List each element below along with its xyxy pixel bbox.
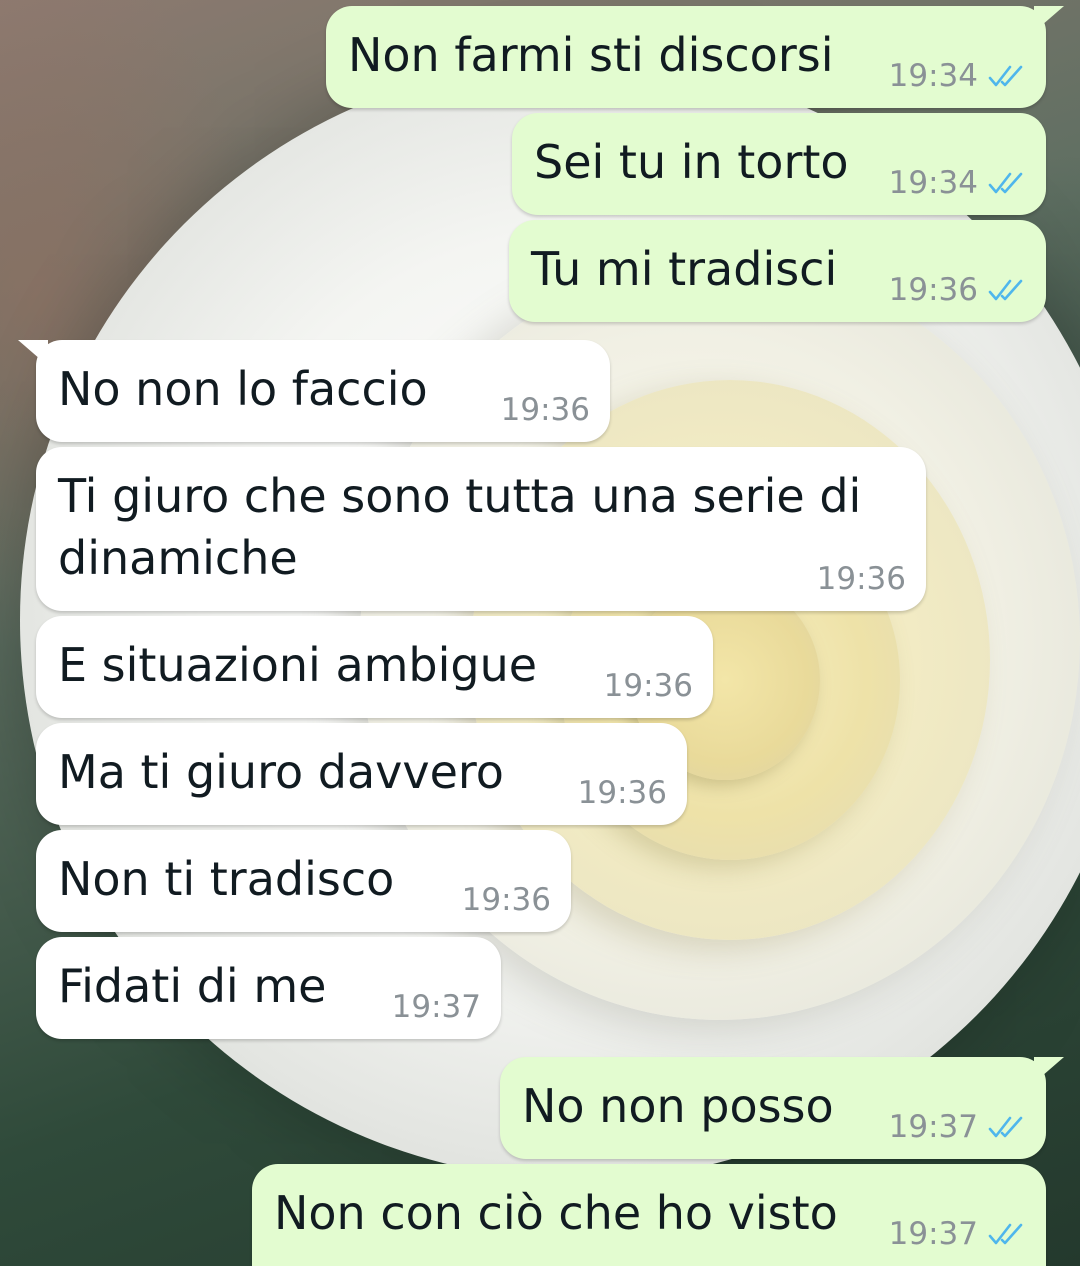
incoming-message[interactable]: E situazioni ambigue 19:36 xyxy=(36,616,713,718)
message-time: 19:36 xyxy=(577,775,667,811)
message-text: Non con ciò che ho visto xyxy=(274,1186,838,1240)
incoming-message[interactable]: Ti giuro che sono tutta una serie di din… xyxy=(36,447,926,611)
message-meta: 19:37 xyxy=(889,1216,1026,1252)
message-meta: 19:36 xyxy=(462,882,551,918)
message-time: 19:37 xyxy=(391,989,481,1025)
message-text: E situazioni ambigue xyxy=(58,638,538,692)
message-time: 19:37 xyxy=(888,1216,978,1252)
message-text: Sei tu in torto xyxy=(534,135,849,189)
message-text: No non posso xyxy=(522,1079,834,1133)
message-time: 19:36 xyxy=(816,561,906,597)
incoming-message[interactable]: Non ti tradisco 19:36 xyxy=(36,830,571,932)
incoming-message[interactable]: No non lo faccio 19:36 xyxy=(18,340,610,442)
message-meta: 19:37 xyxy=(889,1109,1026,1145)
double-check-icon xyxy=(988,1116,1023,1138)
double-check-icon xyxy=(988,1223,1023,1245)
message-time: 19:36 xyxy=(500,392,590,428)
message-meta: 19:36 xyxy=(578,775,667,811)
bubble-tail xyxy=(18,340,48,366)
message-text: Tu mi tradisci xyxy=(531,242,838,296)
message-meta: 19:36 xyxy=(501,392,590,428)
message-time: 19:36 xyxy=(603,668,693,704)
message-time: 19:37 xyxy=(888,1109,978,1145)
message-meta: 19:37 xyxy=(392,989,481,1025)
message-time: 19:34 xyxy=(888,165,978,201)
message-meta: 19:34 xyxy=(889,165,1026,201)
message-text: No non lo faccio xyxy=(58,362,428,416)
outgoing-message[interactable]: Tu mi tradisci 19:36 xyxy=(509,220,1046,322)
double-check-icon xyxy=(988,172,1023,194)
incoming-message[interactable]: Fidati di me 19:37 xyxy=(36,937,501,1039)
bubble-tail xyxy=(1034,1057,1064,1083)
outgoing-message[interactable]: No non posso 19:37 xyxy=(500,1057,1064,1159)
message-time: 19:36 xyxy=(888,272,978,308)
double-check-icon xyxy=(988,279,1023,301)
outgoing-message[interactable]: Non con ciò che ho visto 19:37 xyxy=(252,1164,1046,1266)
message-time: 19:36 xyxy=(461,882,551,918)
message-meta: 19:36 xyxy=(889,272,1026,308)
message-meta: 19:36 xyxy=(604,668,693,704)
outgoing-message[interactable]: Sei tu in torto 19:34 xyxy=(512,113,1046,215)
bubble-tail xyxy=(1034,6,1064,32)
message-time: 19:34 xyxy=(888,58,978,94)
message-text: Ti giuro che sono tutta una serie di din… xyxy=(58,469,862,585)
message-meta: 19:36 xyxy=(817,561,906,597)
message-text: Ma ti giuro davvero xyxy=(58,745,504,799)
message-text: Fidati di me xyxy=(58,959,327,1013)
message-text: Non ti tradisco xyxy=(58,852,395,906)
double-check-icon xyxy=(988,65,1023,87)
outgoing-message[interactable]: Non farmi sti discorsi 19:34 xyxy=(326,6,1064,108)
message-text: Non farmi sti discorsi xyxy=(348,28,834,82)
message-meta: 19:34 xyxy=(889,58,1026,94)
incoming-message[interactable]: Ma ti giuro davvero 19:36 xyxy=(36,723,687,825)
